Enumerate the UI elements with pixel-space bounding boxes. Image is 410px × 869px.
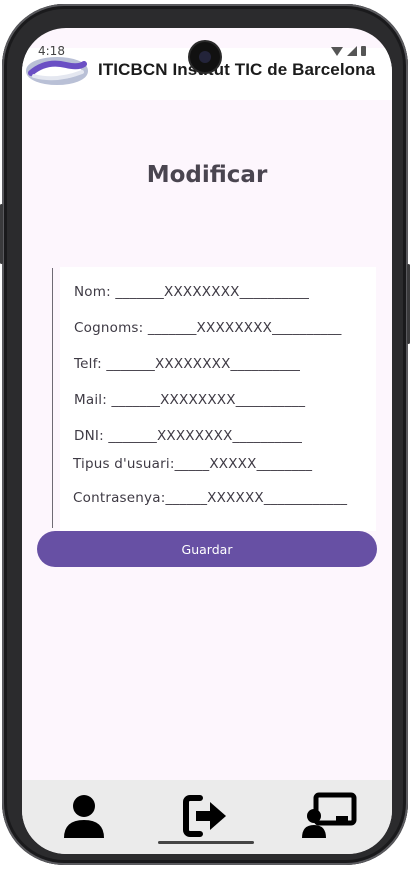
camera-cutout <box>190 42 220 72</box>
signal-icon <box>347 46 357 56</box>
user-icon <box>64 795 104 838</box>
app-title: ITICBCN Institut TIC de Barcelona <box>98 60 376 79</box>
field-nom[interactable]: Nom: _______XXXXXXXX__________ <box>74 284 309 300</box>
form-left-border <box>52 268 53 528</box>
field-mail[interactable]: Mail: _______XXXXXXXX__________ <box>74 392 305 408</box>
app-screen: ITICBCN Institut TIC de Barcelona 4:18 M… <box>22 28 392 854</box>
field-cognoms[interactable]: Cognoms: _______XXXXXXXX__________ <box>74 320 342 336</box>
edit-form: Nom: _______XXXXXXXX__________ Cognoms: … <box>60 267 376 531</box>
status-bar: 4:18 <box>22 28 392 72</box>
status-time: 4:18 <box>38 44 65 58</box>
logout-icon <box>183 795 226 837</box>
battery-icon <box>361 46 366 56</box>
wifi-icon <box>331 46 343 56</box>
home-indicator <box>158 841 254 844</box>
field-tipus-usuari[interactable]: Tipus d'usuari:_____XXXXX________ <box>73 456 312 472</box>
phone-frame: ITICBCN Institut TIC de Barcelona 4:18 M… <box>0 4 410 865</box>
nav-presentation[interactable] <box>300 792 357 840</box>
status-icons <box>331 46 366 56</box>
field-dni[interactable]: DNI: _______XXXXXXXX__________ <box>74 428 302 444</box>
save-button[interactable]: Guardar <box>37 531 377 567</box>
field-telf[interactable]: Telf: _______XXXXXXXX__________ <box>74 356 300 372</box>
page-title: Modificar <box>146 162 268 188</box>
volume-button <box>0 204 3 264</box>
field-contrasenya[interactable]: Contrasenya:______XXXXXX____________ <box>73 490 347 506</box>
nav-logout[interactable] <box>182 792 230 840</box>
iticbcn-logo-icon <box>26 57 88 85</box>
nav-user[interactable] <box>60 792 108 840</box>
presentation-user-icon <box>302 792 357 838</box>
